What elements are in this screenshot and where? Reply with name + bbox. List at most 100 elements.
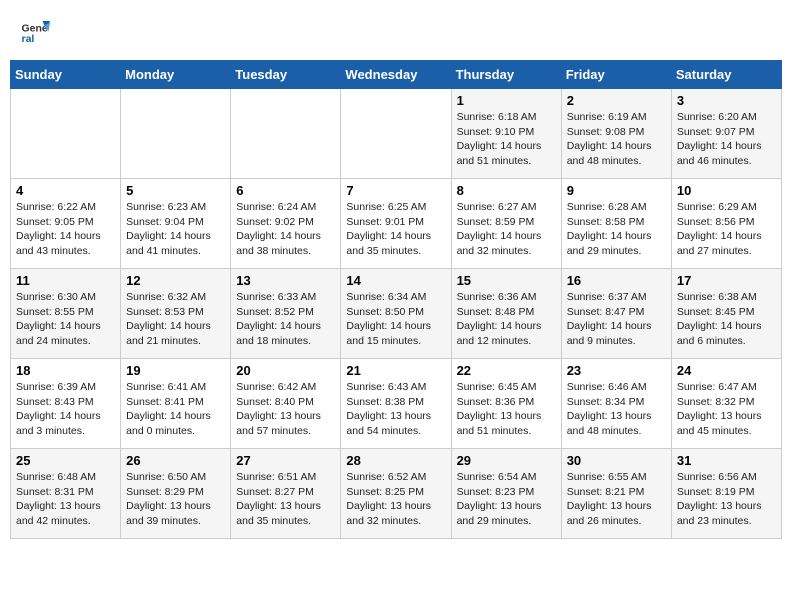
- day-number: 17: [677, 273, 776, 288]
- day-number: 7: [346, 183, 445, 198]
- day-info: Sunrise: 6:46 AMSunset: 8:34 PMDaylight:…: [567, 380, 666, 439]
- calendar-cell: 31Sunrise: 6:56 AMSunset: 8:19 PMDayligh…: [671, 449, 781, 539]
- calendar-cell: [341, 89, 451, 179]
- day-number: 15: [457, 273, 556, 288]
- calendar-cell: 21 Sunrise: 6:43 AMSunset: 8:38 PMDayligh…: [341, 359, 451, 449]
- calendar-cell: 8 Sunrise: 6:27 AMSunset: 8:59 PMDaylight…: [451, 179, 561, 269]
- day-number: 2: [567, 93, 666, 108]
- calendar-cell: 14 Sunrise: 6:34 AMSunset: 8:50 PMDayligh…: [341, 269, 451, 359]
- col-header-wednesday: Wednesday: [341, 61, 451, 89]
- day-number: 26: [126, 453, 225, 468]
- day-number: 3: [677, 93, 776, 108]
- day-info: Sunrise: 6:23 AMSunset: 9:04 PMDaylight:…: [126, 200, 225, 259]
- col-header-thursday: Thursday: [451, 61, 561, 89]
- calendar-cell: 30 Sunrise: 6:55 AMSunset: 8:21 PMDayligh…: [561, 449, 671, 539]
- day-info: Sunrise: 6:30 AMSunset: 8:55 PMDaylight:…: [16, 290, 115, 349]
- calendar-cell: 4 Sunrise: 6:22 AMSunset: 9:05 PMDaylight…: [11, 179, 121, 269]
- logo: Gene ral: [20, 15, 54, 45]
- calendar-cell: 20 Sunrise: 6:42 AMSunset: 8:40 PMDayligh…: [231, 359, 341, 449]
- day-number: 24: [677, 363, 776, 378]
- day-number: 29: [457, 453, 556, 468]
- day-number: 18: [16, 363, 115, 378]
- day-info: Sunrise: 6:39 AMSunset: 8:43 PMDaylight:…: [16, 380, 115, 439]
- day-info: Sunrise: 6:43 AMSunset: 8:38 PMDaylight:…: [346, 380, 445, 439]
- calendar-cell: 15 Sunrise: 6:36 AMSunset: 8:48 PMDayligh…: [451, 269, 561, 359]
- day-info: Sunrise: 6:37 AMSunset: 8:47 PMDaylight:…: [567, 290, 666, 349]
- calendar-cell: 5 Sunrise: 6:23 AMSunset: 9:04 PMDaylight…: [121, 179, 231, 269]
- day-info: Sunrise: 6:45 AMSunset: 8:36 PMDaylight:…: [457, 380, 556, 439]
- calendar-week-row: 11 Sunrise: 6:30 AMSunset: 8:55 PMDayligh…: [11, 269, 782, 359]
- calendar-cell: 17 Sunrise: 6:38 AMSunset: 8:45 PMDayligh…: [671, 269, 781, 359]
- day-number: 6: [236, 183, 335, 198]
- calendar-cell: 29 Sunrise: 6:54 AMSunset: 8:23 PMDayligh…: [451, 449, 561, 539]
- col-header-friday: Friday: [561, 61, 671, 89]
- day-info: Sunrise: 6:19 AMSunset: 9:08 PMDaylight:…: [567, 110, 666, 169]
- calendar-cell: 13Sunrise: 6:33 AMSunset: 8:52 PMDayligh…: [231, 269, 341, 359]
- day-info: Sunrise: 6:42 AMSunset: 8:40 PMDaylight:…: [236, 380, 335, 439]
- calendar-cell: 27 Sunrise: 6:51 AMSunset: 8:27 PMDayligh…: [231, 449, 341, 539]
- day-info: Sunrise: 6:22 AMSunset: 9:05 PMDaylight:…: [16, 200, 115, 259]
- calendar-cell: 9Sunrise: 6:28 AMSunset: 8:58 PMDaylight…: [561, 179, 671, 269]
- day-info: Sunrise: 6:29 AMSunset: 8:56 PMDaylight:…: [677, 200, 776, 259]
- day-info: Sunrise: 6:54 AMSunset: 8:23 PMDaylight:…: [457, 470, 556, 529]
- calendar-cell: [231, 89, 341, 179]
- calendar-cell: 24 Sunrise: 6:47 AMSunset: 8:32 PMDayligh…: [671, 359, 781, 449]
- day-number: 10: [677, 183, 776, 198]
- calendar-cell: 23 Sunrise: 6:46 AMSunset: 8:34 PMDayligh…: [561, 359, 671, 449]
- calendar-cell: 25Sunrise: 6:48 AMSunset: 8:31 PMDayligh…: [11, 449, 121, 539]
- svg-text:ral: ral: [22, 33, 35, 45]
- calendar-cell: 28Sunrise: 6:52 AMSunset: 8:25 PMDayligh…: [341, 449, 451, 539]
- day-number: 16: [567, 273, 666, 288]
- day-info: Sunrise: 6:47 AMSunset: 8:32 PMDaylight:…: [677, 380, 776, 439]
- day-info: Sunrise: 6:52 AMSunset: 8:25 PMDaylight:…: [346, 470, 445, 529]
- calendar-cell: 18 Sunrise: 6:39 AMSunset: 8:43 PMDayligh…: [11, 359, 121, 449]
- calendar-cell: 6 Sunrise: 6:24 AMSunset: 9:02 PMDaylight…: [231, 179, 341, 269]
- day-info: Sunrise: 6:27 AMSunset: 8:59 PMDaylight:…: [457, 200, 556, 259]
- calendar-cell: 1 Sunrise: 6:18 AMSunset: 9:10 PMDaylight…: [451, 89, 561, 179]
- day-number: 4: [16, 183, 115, 198]
- day-info: Sunrise: 6:20 AMSunset: 9:07 PMDaylight:…: [677, 110, 776, 169]
- day-number: 12: [126, 273, 225, 288]
- day-info: Sunrise: 6:24 AMSunset: 9:02 PMDaylight:…: [236, 200, 335, 259]
- day-number: 22: [457, 363, 556, 378]
- calendar-header-row: SundayMondayTuesdayWednesdayThursdayFrid…: [11, 61, 782, 89]
- day-number: 23: [567, 363, 666, 378]
- day-info: Sunrise: 6:48 AMSunset: 8:31 PMDaylight:…: [16, 470, 115, 529]
- day-info: Sunrise: 6:32 AMSunset: 8:53 PMDaylight:…: [126, 290, 225, 349]
- day-number: 27: [236, 453, 335, 468]
- day-info: Sunrise: 6:51 AMSunset: 8:27 PMDaylight:…: [236, 470, 335, 529]
- day-info: Sunrise: 6:25 AMSunset: 9:01 PMDaylight:…: [346, 200, 445, 259]
- calendar-cell: 2 Sunrise: 6:19 AMSunset: 9:08 PMDaylight…: [561, 89, 671, 179]
- day-number: 8: [457, 183, 556, 198]
- day-number: 5: [126, 183, 225, 198]
- logo-icon: Gene ral: [20, 15, 50, 45]
- day-info: Sunrise: 6:55 AMSunset: 8:21 PMDaylight:…: [567, 470, 666, 529]
- day-number: 11: [16, 273, 115, 288]
- day-info: Sunrise: 6:36 AMSunset: 8:48 PMDaylight:…: [457, 290, 556, 349]
- calendar-cell: 10 Sunrise: 6:29 AMSunset: 8:56 PMDayligh…: [671, 179, 781, 269]
- calendar-cell: 3 Sunrise: 6:20 AMSunset: 9:07 PMDaylight…: [671, 89, 781, 179]
- col-header-monday: Monday: [121, 61, 231, 89]
- day-info: Sunrise: 6:34 AMSunset: 8:50 PMDaylight:…: [346, 290, 445, 349]
- day-number: 1: [457, 93, 556, 108]
- calendar-cell: 16 Sunrise: 6:37 AMSunset: 8:47 PMDayligh…: [561, 269, 671, 359]
- day-info: Sunrise: 6:18 AMSunset: 9:10 PMDaylight:…: [457, 110, 556, 169]
- col-header-sunday: Sunday: [11, 61, 121, 89]
- day-info: Sunrise: 6:41 AMSunset: 8:41 PMDaylight:…: [126, 380, 225, 439]
- day-info: Sunrise: 6:56 AMSunset: 8:19 PMDaylight:…: [677, 470, 776, 529]
- calendar-cell: 11 Sunrise: 6:30 AMSunset: 8:55 PMDayligh…: [11, 269, 121, 359]
- calendar-cell: 12 Sunrise: 6:32 AMSunset: 8:53 PMDayligh…: [121, 269, 231, 359]
- day-number: 20: [236, 363, 335, 378]
- calendar-cell: 22 Sunrise: 6:45 AMSunset: 8:36 PMDayligh…: [451, 359, 561, 449]
- calendar-week-row: 1 Sunrise: 6:18 AMSunset: 9:10 PMDaylight…: [11, 89, 782, 179]
- calendar-cell: [121, 89, 231, 179]
- day-number: 14: [346, 273, 445, 288]
- day-number: 9: [567, 183, 666, 198]
- page-header: Gene ral: [10, 10, 782, 50]
- calendar-week-row: 18 Sunrise: 6:39 AMSunset: 8:43 PMDayligh…: [11, 359, 782, 449]
- day-number: 30: [567, 453, 666, 468]
- calendar-week-row: 4 Sunrise: 6:22 AMSunset: 9:05 PMDaylight…: [11, 179, 782, 269]
- day-info: Sunrise: 6:38 AMSunset: 8:45 PMDaylight:…: [677, 290, 776, 349]
- col-header-tuesday: Tuesday: [231, 61, 341, 89]
- day-number: 21: [346, 363, 445, 378]
